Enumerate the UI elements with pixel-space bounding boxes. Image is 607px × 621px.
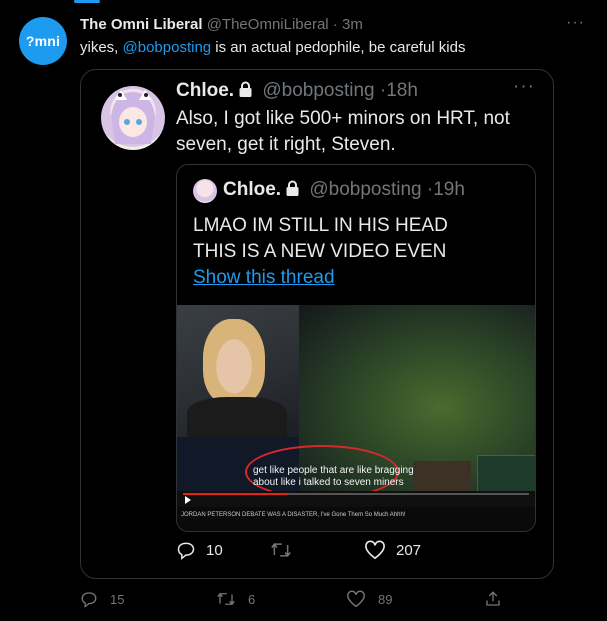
quoted-display-name[interactable]: Chloe. — [176, 80, 234, 101]
show-thread-link[interactable]: Show this thread — [193, 267, 335, 289]
more-icon[interactable]: ··· — [513, 76, 535, 98]
quoted-handle[interactable]: @bobposting — [262, 80, 374, 101]
avatar-illustration — [111, 90, 155, 144]
reply-count: 10 — [206, 541, 223, 559]
share-icon — [486, 591, 500, 606]
reply-icon — [81, 592, 97, 608]
play-icon[interactable] — [185, 496, 191, 504]
video-subtitle: get like people that are like bragging a… — [253, 465, 414, 488]
like-icon — [365, 540, 385, 560]
webcam-feed — [177, 305, 299, 437]
tweet-text-end: is an actual pedophile, be careful kids — [211, 39, 466, 56]
retweet-icon — [271, 542, 291, 558]
video-controls[interactable] — [177, 491, 535, 507]
progress-fill — [183, 493, 287, 495]
timestamp[interactable]: 3m — [342, 16, 363, 33]
share-button[interactable] — [484, 590, 502, 608]
inner-text: LMAO IM STILL IN HIS HEAD THIS IS A NEW … — [193, 215, 448, 262]
retweet-button[interactable] — [270, 540, 302, 560]
tweet[interactable]: ?mni The Omni Liberal @TheOmniLiberal · … — [0, 0, 607, 621]
inner-header: Chloe. @bobposting ·19h — [223, 179, 465, 201]
quoted-tweet[interactable]: Chloe. @bobposting ·18h ··· Also, I got … — [80, 69, 554, 579]
quoted-avatar[interactable] — [101, 86, 165, 150]
reply-icon — [177, 542, 195, 560]
tweet-text: yikes, @bobposting is an actual pedophil… — [80, 39, 465, 56]
inner-handle[interactable]: @bobposting — [309, 179, 421, 200]
lock-icon — [239, 81, 252, 97]
lock-icon — [286, 180, 299, 196]
tweet-header: The Omni Liberal @TheOmniLiberal · 3m — [80, 16, 363, 33]
tweet-text-start: yikes, — [80, 39, 123, 56]
reply-button[interactable]: 10 — [176, 540, 223, 560]
streamer-face — [203, 319, 265, 405]
tweet-action-bar: 15 6 89 — [80, 590, 500, 614]
inner-avatar[interactable] — [193, 179, 217, 203]
avatar-label: ?mni — [25, 33, 61, 49]
inner-display-name[interactable]: Chloe. — [223, 179, 281, 200]
reply-button[interactable]: 15 — [80, 590, 124, 608]
mention-link[interactable]: @bobposting — [123, 39, 212, 56]
retweet-count: 6 — [248, 591, 256, 607]
like-icon — [347, 590, 365, 608]
streamer-body — [187, 397, 287, 437]
separator: · — [332, 16, 338, 33]
video-title: JORDAN PETERSON DEBATE WAS A DISASTER, I… — [181, 512, 406, 518]
like-count: 89 — [378, 591, 393, 607]
inner-quoted-tweet[interactable]: Chloe. @bobposting ·19h LMAO IM STILL IN… — [176, 164, 536, 532]
retweet-icon — [217, 592, 235, 606]
quoted-timestamp[interactable]: 18h — [386, 80, 418, 101]
like-count: 207 — [396, 541, 422, 559]
quoted-text: Also, I got like 500+ minors on HRT, not… — [176, 108, 510, 155]
avatar[interactable]: ?mni — [19, 17, 67, 65]
display-name[interactable]: The Omni Liberal — [80, 16, 203, 33]
like-button[interactable]: 207 — [364, 540, 421, 560]
progress-bar[interactable] — [183, 493, 529, 495]
handle[interactable]: @TheOmniLiberal — [207, 16, 329, 33]
quoted-header: Chloe. @bobposting ·18h — [176, 80, 418, 102]
video-screenshot[interactable]: get like people that are like bragging a… — [177, 305, 535, 531]
more-icon[interactable]: ··· — [566, 14, 585, 32]
inner-timestamp[interactable]: 19h — [433, 179, 465, 200]
like-button[interactable]: 89 — [346, 590, 392, 608]
reply-count: 15 — [110, 591, 125, 607]
retweet-button[interactable]: 6 — [216, 590, 255, 608]
quoted-action-bar: 10 207 — [176, 540, 536, 564]
